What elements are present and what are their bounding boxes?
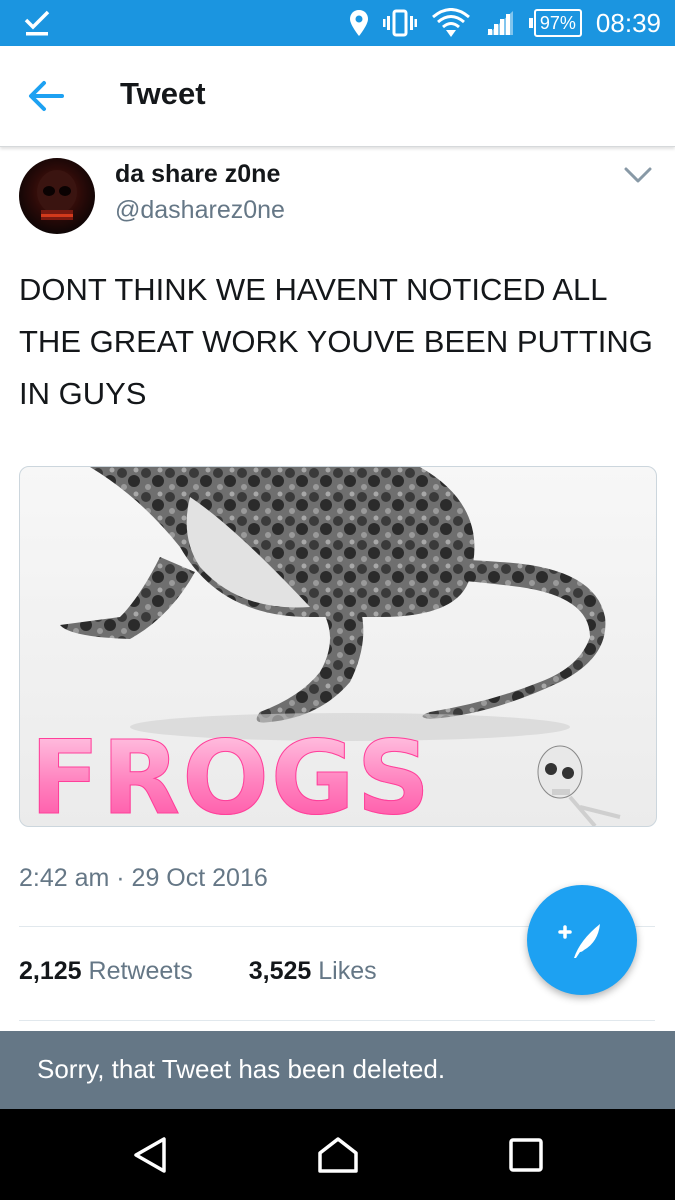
clock: 08:39: [595, 7, 661, 38]
retweets-label: Retweets: [88, 957, 193, 985]
author-name[interactable]: da share z0ne: [115, 160, 280, 189]
tweet-text: DONT THINK WE HAVENT NOTICED ALL THE GRE…: [19, 272, 653, 411]
tweet-media-image[interactable]: FROGS: [19, 466, 657, 827]
triangle-back-icon[interactable]: [126, 1131, 174, 1179]
likes-count: 3,525: [248, 957, 312, 985]
signal-icon: [486, 11, 513, 35]
retweets-stat[interactable]: 2,125 Retweets: [19, 957, 193, 986]
author-handle[interactable]: @dasharez0ne: [115, 196, 285, 225]
battery-level: 97%: [533, 9, 582, 37]
likes-label: Likes: [318, 957, 377, 985]
likes-stat[interactable]: 3,525 Likes: [249, 957, 377, 986]
divider: [19, 1020, 655, 1021]
location-icon: [349, 10, 368, 36]
media-caption: FROGS: [29, 719, 432, 827]
battery-indicator: 97%: [528, 9, 582, 37]
toast-message: Sorry, that Tweet has been deleted.: [37, 1054, 446, 1084]
system-nav-bar: [0, 1109, 675, 1200]
chevron-down-icon[interactable]: [622, 163, 654, 187]
arrow-left-icon[interactable]: [22, 72, 70, 120]
square-recents-icon[interactable]: [502, 1131, 550, 1179]
compose-tweet-button[interactable]: [527, 885, 637, 995]
home-icon[interactable]: [314, 1131, 362, 1179]
avatar[interactable]: [19, 158, 95, 234]
tweet-timestamp: 2:42 am · 29 Oct 2016: [19, 864, 268, 892]
skull-avatar-image: [37, 170, 77, 220]
compose-feather-icon: [558, 924, 600, 958]
tweet-stats: 2,125 Retweets 3,525 Likes: [19, 957, 377, 986]
vibrate-icon: [382, 9, 417, 37]
app-header: Tweet: [0, 46, 675, 147]
status-bar: 97% 08:39: [0, 0, 675, 46]
page-title: Tweet: [120, 76, 206, 111]
error-toast: Sorry, that Tweet has been deleted.: [0, 1031, 675, 1109]
retweets-count: 2,125: [19, 957, 82, 985]
wifi-icon: [431, 8, 470, 37]
download-done-icon: [24, 10, 50, 36]
